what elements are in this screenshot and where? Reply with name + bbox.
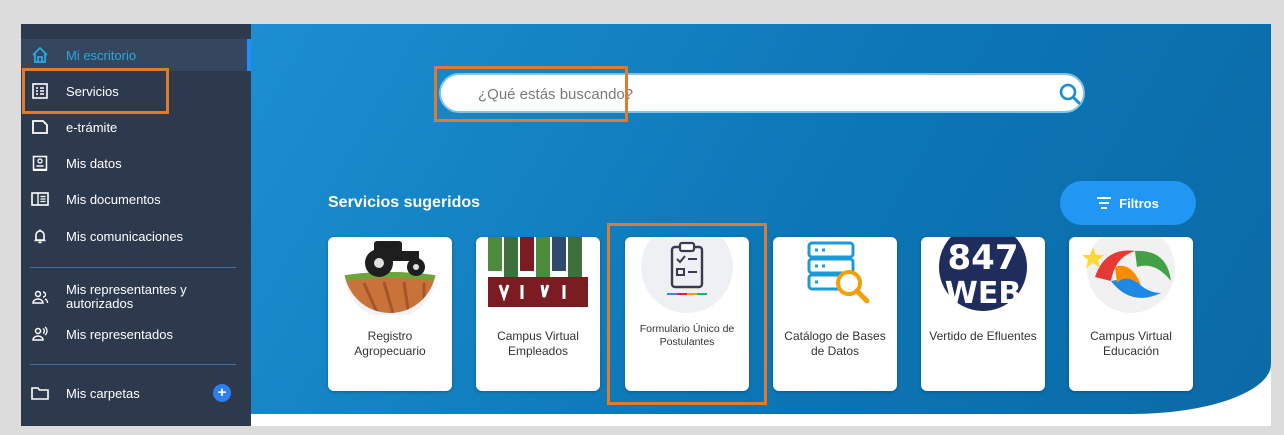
sidebar-item-label: Mis representantes y autorizados	[66, 282, 187, 311]
folder-icon	[30, 383, 50, 403]
sidebar-item-mis-comunicaciones[interactable]: Mis comunicaciones	[21, 220, 251, 252]
svg-text:WEB: WEB	[945, 276, 1021, 311]
sidebar-item-label: Mis representados	[66, 326, 173, 342]
service-card-registro-agropecuario[interactable]: Registro Agropecuario	[328, 237, 452, 391]
sidebar-item-mis-representados[interactable]: Mis representados	[21, 318, 251, 350]
add-folder-button[interactable]: +	[213, 384, 231, 402]
card-label: Vertido de Efluentes	[929, 329, 1037, 343]
sidebar-divider	[30, 364, 236, 365]
sidebar-item-label: Mis carpetas	[66, 385, 140, 401]
sidebar-divider	[30, 267, 236, 268]
sidebar-item-label: Mi escritorio	[66, 47, 137, 63]
sidebar-item-label: Mis documentos	[66, 191, 161, 207]
filters-label: Filtros	[1119, 195, 1159, 211]
highlight-servicios	[22, 68, 169, 114]
database-search-image	[779, 237, 891, 315]
card-label: Campus Virtual Educación	[1090, 329, 1172, 358]
document-icon	[30, 117, 50, 137]
id-card-icon	[30, 153, 50, 173]
sidebar-item-mis-documentos[interactable]: Mis documentos	[21, 183, 251, 215]
card-label: Catálogo de Bases de Datos	[784, 329, 886, 358]
screenshot-frame: Mi escritorio Servicios e-trámite Mis da…	[0, 0, 1284, 435]
highlight-formulario-card	[607, 223, 767, 405]
sidebar-item-mi-escritorio[interactable]: Mi escritorio	[21, 39, 251, 71]
sidebar-item-label: e-trámite	[66, 119, 118, 135]
sidebar-item-label: Mis comunicaciones	[66, 228, 184, 244]
service-card-vertido-efluentes[interactable]: 847 WEB Vertido de Efluentes	[921, 237, 1045, 391]
service-card-campus-virtual-empleados[interactable]: Campus Virtual Empleados	[476, 237, 600, 391]
sidebar-item-mis-representantes[interactable]: Mis representantes y autorizados	[21, 280, 251, 314]
employees-image	[482, 237, 594, 315]
service-card-catalogo-bases[interactable]: Catálogo de Bases de Datos	[773, 237, 897, 391]
tractor-image	[334, 237, 446, 319]
home-icon	[30, 45, 50, 65]
filters-button[interactable]: Filtros	[1060, 181, 1196, 225]
sidebar-item-e-tramite[interactable]: e-trámite	[21, 111, 251, 143]
filter-icon	[1097, 196, 1112, 211]
people-icon	[30, 287, 50, 307]
card-label: Registro Agropecuario	[354, 329, 426, 358]
bell-icon	[30, 226, 50, 246]
highlight-search	[434, 66, 628, 122]
person-voice-icon	[30, 324, 50, 344]
suggested-services-title: Servicios sugeridos	[328, 194, 481, 211]
card-label: Campus Virtual Empleados	[497, 329, 579, 358]
book-icon	[30, 189, 50, 209]
sidebar-item-label: Mis datos	[66, 155, 122, 171]
search-icon[interactable]	[1058, 82, 1082, 106]
service-card-campus-virtual-educacion[interactable]: Campus Virtual Educación	[1069, 237, 1193, 391]
education-logo-image	[1075, 237, 1187, 315]
sidebar-item-mis-datos[interactable]: Mis datos	[21, 147, 251, 179]
847-web-logo: 847 WEB	[927, 237, 1039, 315]
svg-text:847: 847	[948, 238, 1019, 278]
